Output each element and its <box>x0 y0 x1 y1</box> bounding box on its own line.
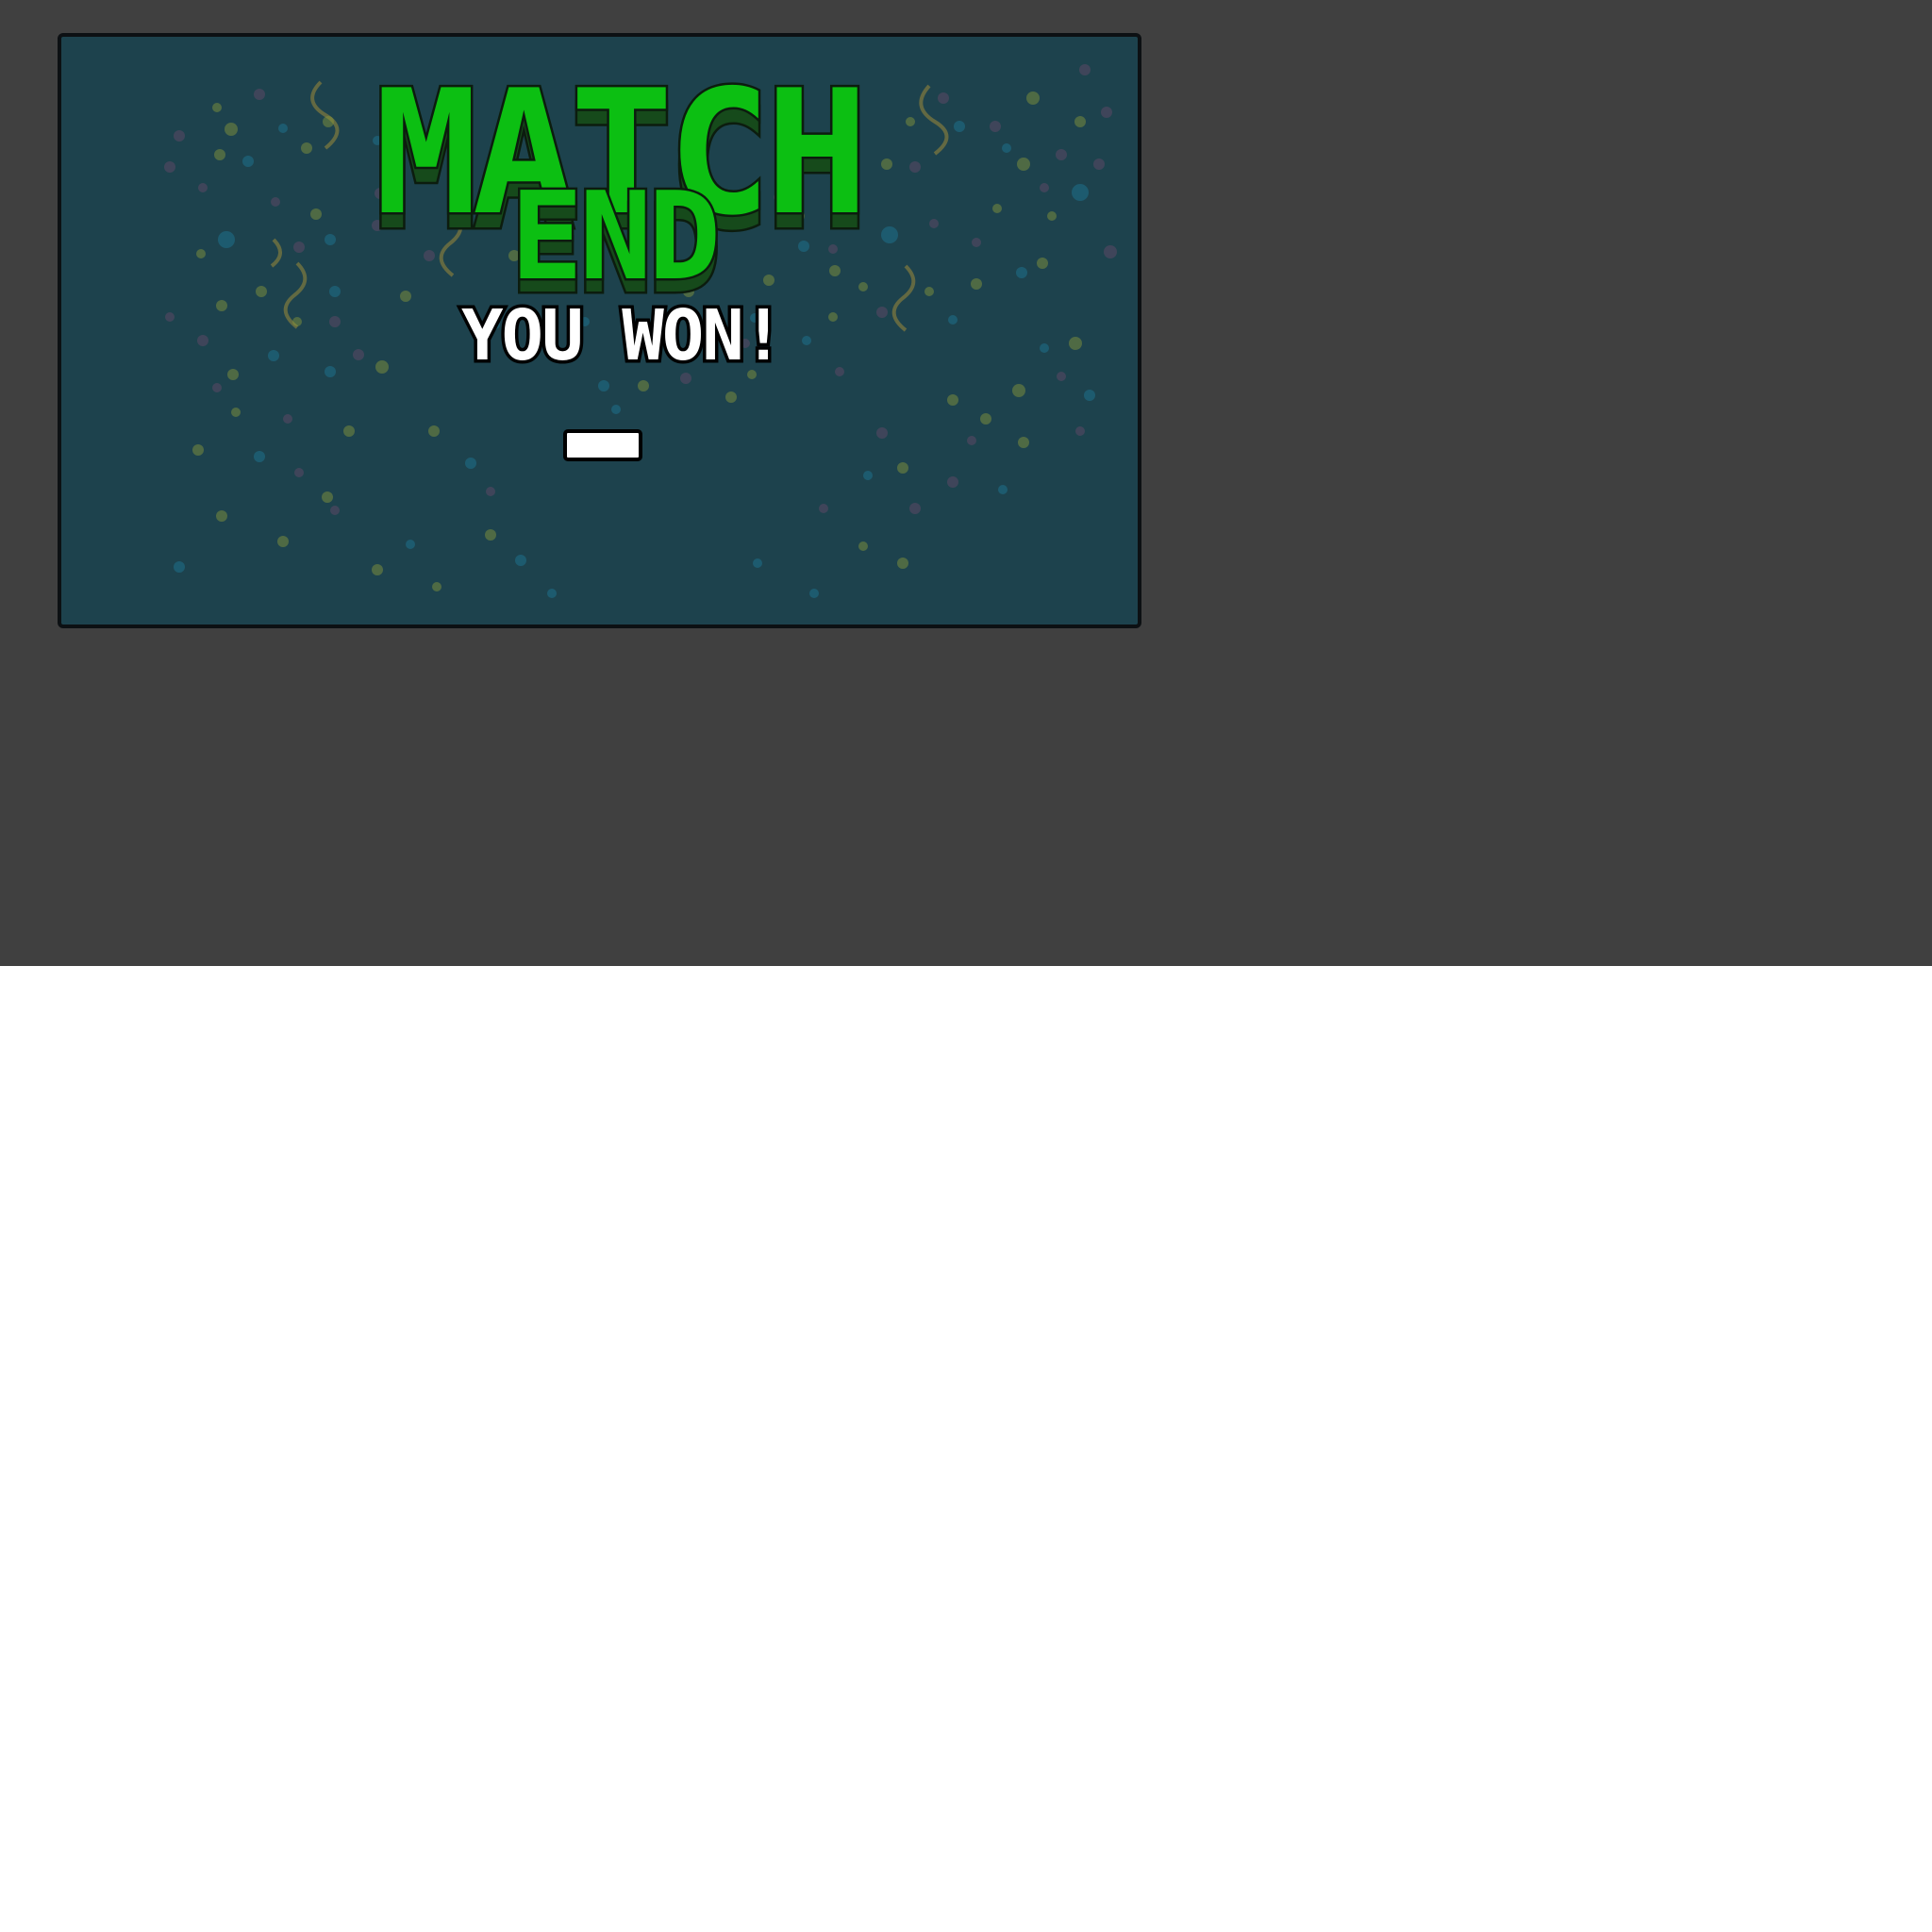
title-group: MATCH MATCH END END YOU WON! <box>61 37 1138 625</box>
title-line2: END <box>510 167 717 308</box>
title-graphic: MATCH MATCH END END YOU WON! <box>373 51 872 380</box>
match-end-panel: MATCH MATCH END END YOU WON! <box>58 33 1141 628</box>
game-backdrop: MATCH MATCH END END YOU WON! <box>0 0 1932 966</box>
continue-button[interactable] <box>563 429 642 461</box>
result-text: YOU WON! <box>461 295 782 376</box>
